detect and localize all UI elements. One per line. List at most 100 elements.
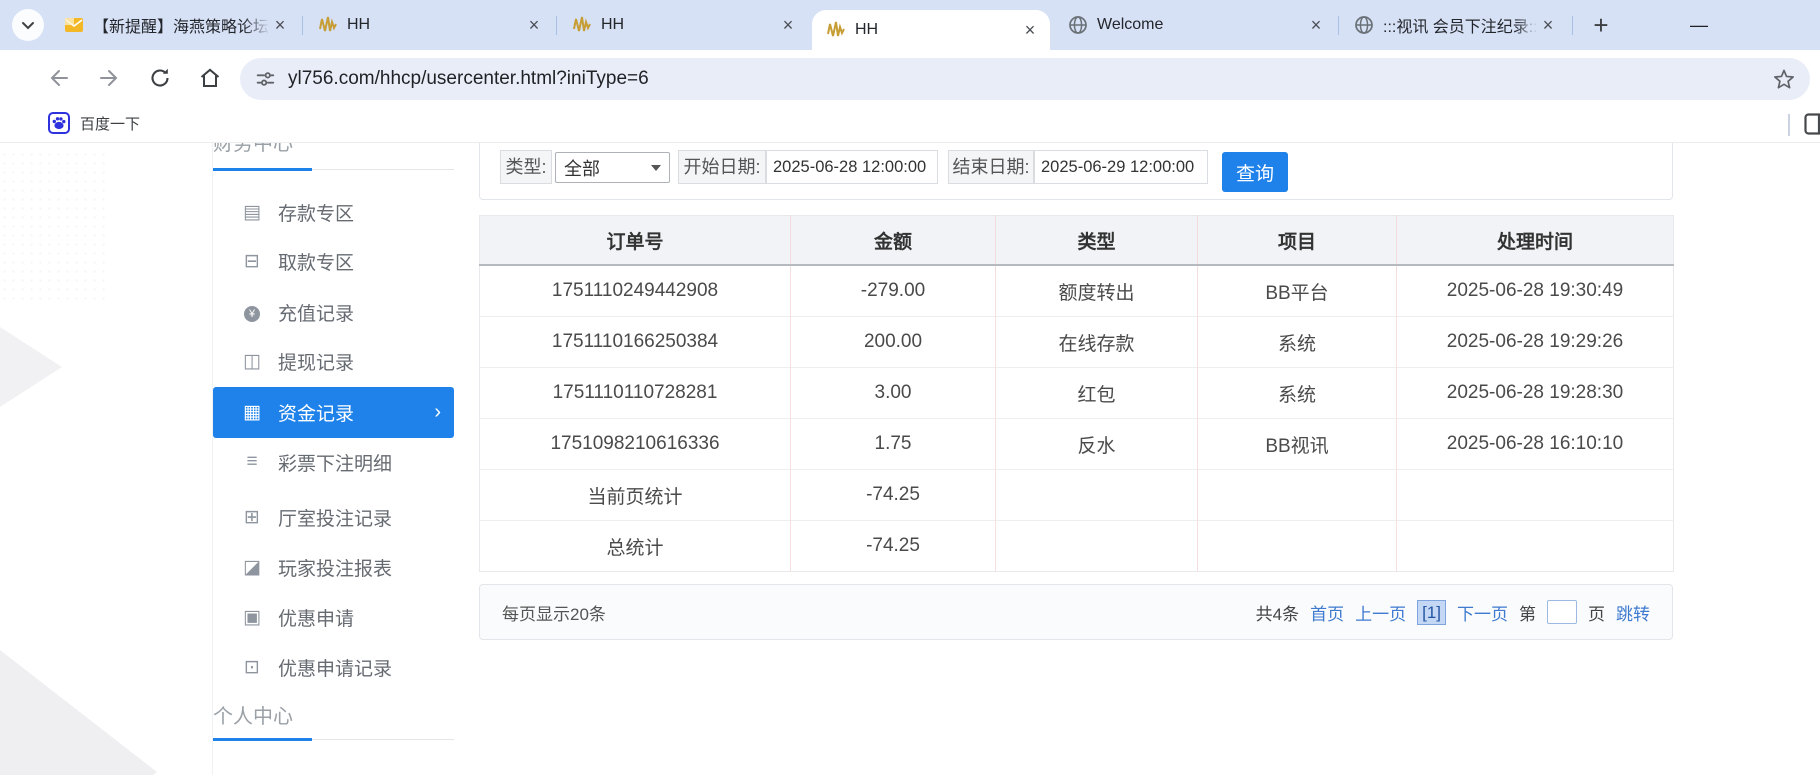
sidebar-item-lottery-bet-detail[interactable]: ≡ 彩票下注明细 <box>213 437 454 487</box>
cell-type: 额度转出 <box>996 265 1198 317</box>
table-summary-row-total: 总统计 -74.25 <box>480 521 1674 572</box>
cell-summary-label: 总统计 <box>480 521 791 572</box>
select-caret-icon <box>651 165 661 171</box>
cell-amount: -279.00 <box>791 265 996 317</box>
tab-close-icon[interactable]: × <box>1020 20 1040 40</box>
back-button[interactable] <box>44 64 72 92</box>
tab-close-icon[interactable]: × <box>270 15 290 35</box>
tab-close-icon[interactable]: × <box>524 15 544 35</box>
chevron-down-icon <box>20 17 36 33</box>
cell-amount: 3.00 <box>791 368 996 419</box>
side-panel-icon[interactable] <box>1804 113 1820 140</box>
sidebar-section-personal: 个人中心 <box>213 700 293 729</box>
cell-summary-label: 当前页统计 <box>480 470 791 521</box>
section-underline <box>312 739 454 740</box>
bookmarks-separator <box>1788 114 1790 136</box>
sidebar-item-player-bet-report[interactable]: ◪ 玩家投注报表 <box>213 542 454 592</box>
table-row: 1751110249442908 -279.00 额度转出 BB平台 2025-… <box>480 265 1674 317</box>
sidebar-item-recharge-record[interactable]: ¥ 充值记录 <box>213 287 454 337</box>
home-icon <box>198 66 222 90</box>
bookmark-star-icon[interactable] <box>1772 67 1796 91</box>
search-button[interactable]: 查询 <box>1222 152 1288 192</box>
promo-record-icon: ⊡ <box>240 656 264 679</box>
withdraw-cards-icon: ◫ <box>240 350 264 373</box>
jump-link[interactable]: 跳转 <box>1616 600 1650 625</box>
sidebar-section-finance: 财务中心 <box>213 142 393 153</box>
sidebar-item-promo-apply[interactable]: ▣ 优惠申请 <box>213 592 454 642</box>
funds-cards-icon: ▦ <box>240 401 264 424</box>
bookmark-baidu[interactable]: 百度一下 <box>48 112 140 134</box>
first-page-link[interactable]: 首页 <box>1310 600 1344 625</box>
new-tab-button[interactable]: + <box>1586 10 1616 40</box>
home-button[interactable] <box>196 64 224 92</box>
sidebar-item-messages[interactable]: 消息公告 <box>213 763 454 775</box>
table-row: 1751110166250384 200.00 在线存款 系统 2025-06-… <box>480 317 1674 368</box>
col-project: 项目 <box>1198 216 1397 266</box>
tab-search-button[interactable] <box>12 9 44 41</box>
cell-type: 红包 <box>996 368 1198 419</box>
deposit-card-icon: ▤ <box>240 201 264 224</box>
type-select[interactable]: 全部 <box>555 152 670 183</box>
cell-order-no: 1751110110728281 <box>480 368 791 419</box>
col-type: 类型 <box>996 216 1198 266</box>
bookmark-label: 百度一下 <box>80 113 140 134</box>
lottery-list-icon: ≡ <box>240 451 264 473</box>
end-date-input[interactable] <box>1034 150 1208 184</box>
site-info-icon[interactable] <box>254 68 276 90</box>
promo-apply-icon: ▣ <box>240 606 264 629</box>
hh-logo-icon <box>572 15 592 35</box>
page-size-text: 每页显示20条 <box>502 600 606 625</box>
tab-title: HH <box>601 16 778 34</box>
jump-page-input[interactable] <box>1547 600 1577 624</box>
url-text[interactable]: yl756.com/hhcp/usercenter.html?iniType=6 <box>288 68 1772 90</box>
sidebar-item-funds-record[interactable]: ▦ 资金记录 › <box>213 387 454 438</box>
sidebar-item-deposit-zone[interactable]: ▤ 存款专区 <box>213 187 454 237</box>
sidebar-item-withdraw-record[interactable]: ◫ 提现记录 <box>213 336 454 386</box>
cell-amount: 1.75 <box>791 419 996 470</box>
sidebar-item-withdraw-zone[interactable]: ⊟ 取款专区 <box>213 236 454 286</box>
browser-tab[interactable]: HH × <box>558 0 808 50</box>
baidu-paw-icon <box>48 112 70 134</box>
cell-order-no: 1751110249442908 <box>480 265 791 317</box>
cell-type: 在线存款 <box>996 317 1198 368</box>
decorative-triangle <box>0 650 157 775</box>
total-count-text: 共4条 <box>1256 600 1299 625</box>
jump-suffix-text: 页 <box>1588 600 1605 625</box>
prev-page-link[interactable]: 上一页 <box>1355 600 1406 625</box>
forward-button[interactable] <box>96 64 124 92</box>
start-date-label: 开始日期: <box>678 150 766 184</box>
globe-icon <box>1068 15 1088 35</box>
forward-arrow-icon <box>98 66 122 90</box>
browser-tab[interactable]: :::视讯 会员下注纪录::: × <box>1340 0 1568 50</box>
sidebar-item-promo-record[interactable]: ⊡ 优惠申请记录 <box>213 642 454 692</box>
decorative-dots <box>0 150 110 300</box>
cell-project: BB平台 <box>1198 265 1397 317</box>
start-date-input[interactable] <box>766 150 938 184</box>
browser-tab[interactable]: 【新提醒】海燕策略论坛结 × <box>50 0 300 50</box>
tab-close-icon[interactable]: × <box>1306 15 1326 35</box>
browser-tab[interactable]: Welcome × <box>1054 0 1336 50</box>
sidebar-item-hall-bet-record[interactable]: ⊞ 厅室投注记录 <box>213 492 454 542</box>
recharge-moneybag-icon: ¥ <box>240 301 264 323</box>
reload-button[interactable] <box>146 64 174 92</box>
reload-icon <box>148 66 172 90</box>
next-page-link[interactable]: 下一页 <box>1457 600 1508 625</box>
tab-title: 【新提醒】海燕策略论坛结 <box>93 13 270 37</box>
funds-record-table: 订单号 金额 类型 项目 处理时间 1751110249442908 -279.… <box>479 215 1674 572</box>
cell-project: 系统 <box>1198 317 1397 368</box>
tab-close-icon[interactable]: × <box>1538 15 1558 35</box>
tab-close-icon[interactable]: × <box>778 15 798 35</box>
table-row: 1751110110728281 3.00 红包 系统 2025-06-28 1… <box>480 368 1674 419</box>
section-underline <box>312 169 454 170</box>
address-bar[interactable]: yl756.com/hhcp/usercenter.html?iniType=6 <box>240 58 1810 100</box>
browser-tab-active[interactable]: HH × <box>812 10 1050 50</box>
tab-title: HH <box>347 16 524 34</box>
bookmarks-bar: 百度一下 <box>0 106 1820 143</box>
withdraw-hand-icon: ⊟ <box>240 250 264 273</box>
browser-window: 【新提醒】海燕策略论坛结 × HH × HH × HH × Welcome × <box>0 0 1820 775</box>
table-row: 1751098210616336 1.75 反水 BB视讯 2025-06-28… <box>480 419 1674 470</box>
chevron-right-icon: › <box>434 401 441 424</box>
browser-tab[interactable]: HH × <box>304 0 554 50</box>
cell-process-time: 2025-06-28 19:30:49 <box>1397 265 1674 317</box>
window-minimize-button[interactable]: — <box>1684 10 1714 40</box>
